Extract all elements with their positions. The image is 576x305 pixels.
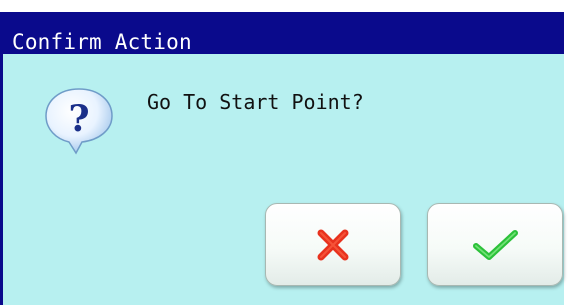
dialog-titlebar: Confirm Action	[0, 0, 564, 54]
dialog-right-edge	[564, 0, 576, 305]
cross-icon	[316, 228, 350, 262]
question-icon: ?	[42, 86, 116, 156]
confirm-dialog: Confirm Action ? Go To Start Point?	[0, 0, 576, 305]
dialog-message: Go To Start Point?	[147, 90, 364, 114]
dialog-title: Confirm Action	[12, 30, 192, 54]
dialog-left-border	[0, 54, 3, 305]
svg-text:?: ?	[68, 98, 89, 140]
cancel-button[interactable]	[265, 203, 401, 286]
checkmark-icon	[472, 229, 518, 261]
confirm-button[interactable]	[427, 203, 563, 286]
